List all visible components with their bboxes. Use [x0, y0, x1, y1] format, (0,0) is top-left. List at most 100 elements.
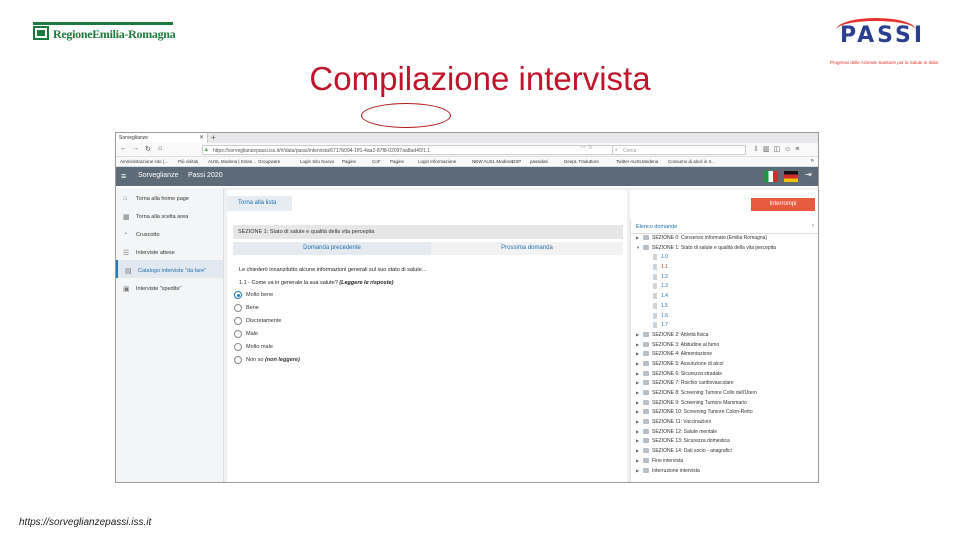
tree-section-node[interactable]: ▼ SEZIONE 1: Stato di salute e qualità de…: [631, 244, 818, 254]
sidebar-item[interactable]: ▣ Interviste "spedite": [116, 278, 223, 296]
bookmark-item[interactable]: DeepL Traduttore: [564, 159, 599, 164]
new-tab-icon[interactable]: +: [211, 133, 216, 142]
bookmark-item[interactable]: NEW AUSL Modena: [472, 159, 513, 164]
tree-question-item[interactable]: 1.7: [631, 321, 818, 331]
reload-icon[interactable]: ↻: [145, 145, 151, 153]
bookmark-item[interactable]: Login Sito Nuovo: [300, 159, 334, 164]
sidebar-item[interactable]: ☰ Interviste attese: [116, 242, 223, 260]
answer-option[interactable]: Molto bene: [234, 291, 273, 302]
menu-icon[interactable]: ≡: [121, 171, 126, 181]
answer-option[interactable]: Male: [234, 330, 258, 341]
chevron-right-icon[interactable]: ▶: [636, 429, 639, 434]
tree-section-node[interactable]: ▶ SEZIONE 3: Abitudine al fumo: [631, 341, 818, 351]
toolbar-icons[interactable]: ⇩▥◫☺≡: [753, 145, 803, 153]
sidebar-item[interactable]: ▦ Torna alla scelta area: [116, 206, 223, 224]
sidebar-item[interactable]: ⌂ Torna alla home page: [116, 188, 223, 206]
german-flag-icon[interactable]: [784, 171, 798, 182]
tree-section-node[interactable]: ▶ SEZIONE 0: Consenso informato (Emilia R…: [631, 234, 818, 244]
tree-section-node[interactable]: ▶ Fine intervista: [631, 457, 818, 467]
chevron-right-icon[interactable]: ▶: [636, 371, 639, 376]
bookmark-item[interactable]: Amministrazione sito (...: [120, 159, 168, 164]
chevron-down-icon[interactable]: ▼: [636, 245, 640, 250]
bookmark-item[interactable]: Pagine: [390, 159, 404, 164]
chevron-right-icon[interactable]: ▶: [636, 458, 639, 463]
chevron-right-icon[interactable]: ▶: [636, 400, 639, 405]
tree-section-node[interactable]: ▶ SEZIONE 2: Attività fisica: [631, 331, 818, 341]
tree-section-node[interactable]: ▶ SEZIONE 6: Sicurezza stradale: [631, 370, 818, 380]
chevron-right-icon[interactable]: ▶: [636, 235, 639, 240]
stop-interview-button[interactable]: Interrompi: [751, 198, 815, 211]
previous-question-button[interactable]: Domanda precedente: [233, 242, 431, 255]
tree-section-node[interactable]: ▶ SEZIONE 11: Vaccinazioni: [631, 418, 818, 428]
more-bookmarks-icon[interactable]: »: [811, 158, 814, 164]
tree-question-item[interactable]: 1.3: [631, 282, 818, 292]
logout-icon[interactable]: ⇥: [805, 170, 812, 179]
tree-question-item[interactable]: 1.6: [631, 312, 818, 322]
answer-option[interactable]: Bene: [234, 304, 259, 315]
chevron-right-icon[interactable]: ▶: [636, 332, 639, 337]
italian-flag-icon[interactable]: [764, 171, 778, 182]
question-tree-header: Elenco domande ›: [631, 220, 818, 234]
tree-question-item[interactable]: 1.5: [631, 302, 818, 312]
back-arrow-icon[interactable]: ←: [120, 145, 127, 152]
radio-button[interactable]: [234, 330, 242, 338]
close-tab-icon[interactable]: ✕: [199, 134, 204, 141]
tree-section-node[interactable]: ▶ SEZIONE 9: Screening Tumore Mammario: [631, 399, 818, 409]
chevron-right-icon[interactable]: ▶: [636, 380, 639, 385]
tree-question-item[interactable]: 1.2: [631, 273, 818, 283]
tree-section-node[interactable]: ▶ SEZIONE 14: Dati socio - anagrafici: [631, 447, 818, 457]
bookmark-item[interactable]: Consumo di alcol in It...: [668, 159, 715, 164]
sidebar-item[interactable]: ◔ Cruscotto: [116, 224, 223, 242]
tree-section-node[interactable]: ▶ SEZIONE 5: Assunzione di alcol: [631, 360, 818, 370]
radio-button[interactable]: [234, 304, 242, 312]
chevron-right-icon[interactable]: ▶: [636, 390, 639, 395]
address-bar[interactable]: 🔒︎ https://sorveglianzepassi.iss.it/#/da…: [202, 145, 620, 155]
bookmark-item[interactable]: passidati: [530, 159, 548, 164]
chevron-right-icon[interactable]: ▶: [636, 438, 639, 443]
tree-question-item[interactable]: 1.0: [631, 253, 818, 263]
page-actions-icon[interactable]: ⋯ ☆: [580, 144, 593, 151]
tree-section-node[interactable]: ▶ SEZIONE 8: Screening Tumore Collo dell'…: [631, 389, 818, 399]
search-input[interactable]: ⌕ Cerca: [612, 145, 746, 155]
bookmark-item[interactable]: DSP: [512, 159, 521, 164]
home-icon[interactable]: ⌂: [158, 145, 162, 152]
chevron-right-icon[interactable]: ▶: [636, 419, 639, 424]
answer-option[interactable]: Non so (non leggere): [234, 356, 300, 367]
app-brand[interactable]: Sorveglianze: [138, 172, 178, 179]
chevron-right-icon[interactable]: ▶: [636, 468, 639, 473]
tree-section-node[interactable]: ▶ SEZIONE 4: Alimentazione: [631, 350, 818, 360]
chevron-right-icon[interactable]: ▶: [636, 409, 639, 414]
next-question-button[interactable]: Prossima domanda: [431, 242, 623, 255]
bookmark-item[interactable]: Groupware: [258, 159, 280, 164]
tree-section-node[interactable]: ▶ SEZIONE 10: Screening Tumore Colon-Rett…: [631, 408, 818, 418]
chevron-right-icon[interactable]: ▶: [636, 351, 639, 356]
bookmark-item[interactable]: Più visitati: [178, 159, 198, 164]
tree-section-node[interactable]: ▶ SEZIONE 12: Salute mentale: [631, 428, 818, 438]
radio-button[interactable]: [234, 356, 242, 364]
chevron-right-icon[interactable]: ▶: [636, 361, 639, 366]
bookmark-item[interactable]: Twitter AUSLModena: [616, 159, 658, 164]
sidebar-item[interactable]: ▤ Catalogo interviste "da fare": [116, 260, 223, 278]
answer-option[interactable]: Molto male: [234, 343, 273, 354]
folder-icon: [643, 428, 649, 434]
forward-arrow-icon[interactable]: →: [132, 145, 139, 152]
bookmark-item[interactable]: CoF: [372, 159, 381, 164]
browser-tab[interactable]: Sorveglianze ✕: [116, 133, 208, 143]
tree-question-item[interactable]: 1.1: [631, 263, 818, 273]
tree-section-node[interactable]: ▶ SEZIONE 13: Sicurezza domestica: [631, 437, 818, 447]
tree-section-node[interactable]: ▶ Interruzione intervista: [631, 467, 818, 477]
radio-button[interactable]: [234, 317, 242, 325]
answer-option[interactable]: Discretamente: [234, 317, 281, 328]
tree-question-item[interactable]: 1.4: [631, 292, 818, 302]
tree-section-node[interactable]: ▶ SEZIONE 7: Rischio cardiovascolare: [631, 379, 818, 389]
chevron-right-icon[interactable]: ▶: [636, 448, 639, 453]
radio-button[interactable]: [234, 343, 242, 351]
chevron-right-icon[interactable]: ›: [812, 223, 814, 229]
document-icon: [653, 254, 657, 261]
radio-button[interactable]: [234, 291, 242, 299]
bookmark-item[interactable]: Pagine: [342, 159, 356, 164]
back-to-list-button[interactable]: Torna alla lista: [227, 196, 292, 211]
bookmark-item[interactable]: Login Informazione: [418, 159, 456, 164]
bookmark-item[interactable]: AUSL Modena | Intran...: [208, 159, 256, 164]
chevron-right-icon[interactable]: ▶: [636, 342, 639, 347]
